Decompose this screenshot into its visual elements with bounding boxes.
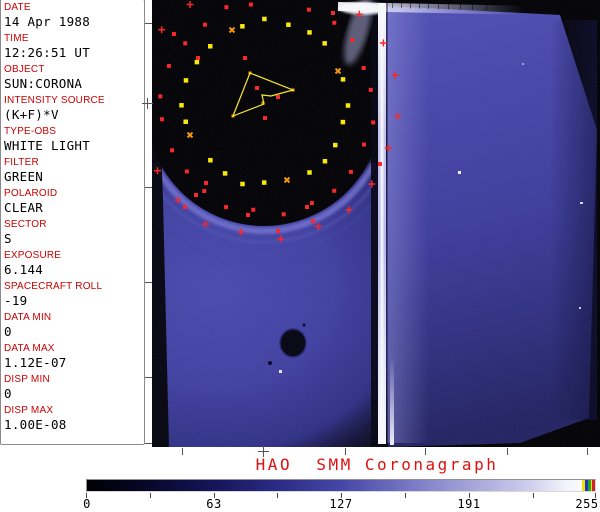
field-value: 0 xyxy=(4,386,12,401)
metadata-field-data-max: DATA MAX 1.12E-07 xyxy=(4,343,144,370)
image-tick xyxy=(145,282,152,283)
metadata-field-disp-max: DISP MAX 1.00E-08 xyxy=(4,405,144,432)
field-label: SPACECRAFT ROLL xyxy=(4,281,103,292)
field-value: 12:26:51 UT xyxy=(4,45,91,60)
metadata-field-date: DATE 14 Apr 1988 xyxy=(4,2,144,29)
field-label: DISP MIN xyxy=(4,374,50,385)
colorbar-tick xyxy=(277,493,278,498)
field-value: 0 xyxy=(4,324,12,339)
registration-cross xyxy=(142,98,153,109)
image-tick xyxy=(182,448,183,455)
metadata-panel: DATE 14 Apr 1988 TIME 12:26:51 UT OBJECT SU… xyxy=(0,0,145,445)
metadata-field-time: TIME 12:26:51 UT xyxy=(4,33,144,60)
field-label: SECTOR xyxy=(4,219,47,230)
metadata-field-data-min: DATA MIN 0 xyxy=(4,312,144,339)
colorbar-tick xyxy=(405,493,406,498)
coronagraph-image xyxy=(152,0,600,447)
metadata-field-disp-min: DISP MIN 0 xyxy=(4,374,144,401)
colorbar-label: 63 xyxy=(206,497,222,511)
field-value: SUN:CORONA xyxy=(4,76,83,91)
coronagraph-rendering xyxy=(152,0,600,447)
field-label: DATA MAX xyxy=(4,343,55,354)
colorbar-tick xyxy=(150,493,151,498)
metadata-field-sector: SECTOR S xyxy=(4,219,144,246)
metadata-field-filter: FILTER GREEN xyxy=(4,157,144,184)
image-tick xyxy=(425,448,426,455)
image-caption: HAO SMM Coronagraph xyxy=(255,455,499,474)
image-tick xyxy=(587,448,588,455)
colorbar-label: 255 xyxy=(575,497,599,511)
field-value: (K+F)*V xyxy=(4,107,59,122)
field-label: EXPOSURE xyxy=(4,250,62,261)
field-value: 14 Apr 1988 xyxy=(4,14,91,29)
field-value: 1.00E-08 xyxy=(4,417,67,432)
field-label: POLAROID xyxy=(4,188,58,199)
field-value: 6.144 xyxy=(4,262,44,277)
smm-viewer-window: DATE 14 Apr 1988 TIME 12:26:51 UT OBJECT SU… xyxy=(0,0,600,512)
field-label: TYPE-OBS xyxy=(4,126,57,137)
colorbar xyxy=(86,479,596,492)
field-label: TIME xyxy=(4,33,29,44)
metadata-field-polaroid: POLAROID CLEAR xyxy=(4,188,144,215)
image-tick xyxy=(145,187,152,188)
image-tick xyxy=(145,377,152,378)
field-label: OBJECT xyxy=(4,64,45,75)
image-tick xyxy=(345,448,346,455)
metadata-field-object: OBJECT SUN:CORONA xyxy=(4,64,144,91)
colorbar-label: 0 xyxy=(83,497,91,511)
metadata-field-exposure: EXPOSURE 6.144 xyxy=(4,250,144,277)
colorbar-label: 127 xyxy=(329,497,353,511)
image-tick xyxy=(507,448,508,455)
field-value: S xyxy=(4,231,12,246)
field-label: FILTER xyxy=(4,157,39,168)
metadata-field-type-obs: TYPE-OBS WHITE LIGHT xyxy=(4,126,144,153)
field-value: -19 xyxy=(4,293,28,308)
field-value: WHITE LIGHT xyxy=(4,138,91,153)
field-value: GREEN xyxy=(4,169,44,184)
field-label: DATE xyxy=(4,2,31,13)
noise-overlay xyxy=(152,0,600,447)
field-label: INTENSITY SOURCE xyxy=(4,95,105,106)
metadata-field-spacecraft-roll: SPACECRAFT ROLL -19 xyxy=(4,281,144,308)
field-label: DISP MAX xyxy=(4,405,54,416)
image-tick xyxy=(145,23,152,24)
colorbar-stripe-red xyxy=(592,480,595,491)
metadata-field-intensity-source: INTENSITY SOURCE (K+F)*V xyxy=(4,95,144,122)
image-tick xyxy=(145,443,152,444)
field-label: DATA MIN xyxy=(4,312,52,323)
colorbar-tick xyxy=(533,493,534,498)
field-value: 1.12E-07 xyxy=(4,355,67,370)
colorbar-label: 191 xyxy=(457,497,481,511)
field-value: CLEAR xyxy=(4,200,44,215)
